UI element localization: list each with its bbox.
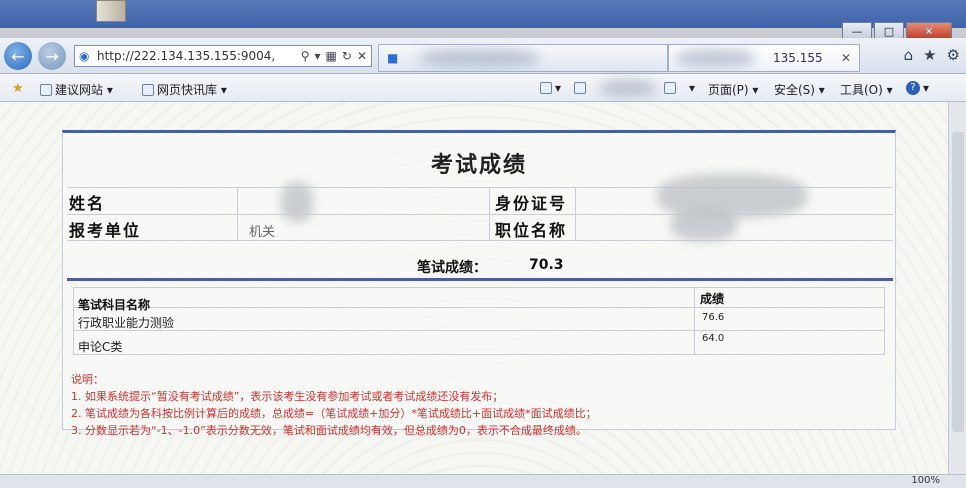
desktop-strip bbox=[0, 0, 966, 28]
rss-icon bbox=[540, 82, 552, 94]
navigation-bar: ← → ◉ http://222.134.135.155:9004, ⚲ ▾ ▦… bbox=[0, 38, 966, 74]
browser-tab-1[interactable]: ■ bbox=[378, 44, 668, 72]
info-row-unit: 报考单位 机关 职位名称 bbox=[67, 207, 893, 241]
mail-icon bbox=[574, 82, 587, 94]
page-title: 考试成绩 bbox=[430, 152, 527, 178]
address-bar[interactable]: ◉ http://222.134.135.155:9004, ⚲ ▾ ▦ ↻ ✕ bbox=[74, 45, 372, 67]
unit-label: 报考单位 bbox=[69, 221, 142, 240]
score-card: 考试成绩 姓名 身份证号 报考单位 机关 职位名称 笔试成绩： 70.3 笔试科… bbox=[62, 130, 896, 437]
ie-page-icon: ◉ bbox=[79, 49, 90, 63]
menu-safety-label: 安全(S) ▾ bbox=[774, 83, 825, 97]
info-row-name: 姓名 身份证号 bbox=[67, 174, 893, 222]
page-icon-2 bbox=[142, 83, 154, 96]
favorites-star-icon[interactable]: ★ bbox=[923, 46, 936, 64]
blurred-tab-title-2 bbox=[675, 49, 755, 67]
subject-table: 笔试科目名称 成绩 行政职业能力测验 76.6 申论C类 64.0 bbox=[73, 287, 885, 355]
unit-value: 机关 bbox=[249, 225, 276, 240]
notes-line-1: 1. 如果系统提示“暂没有考试成绩”，表示该考生没有参加考试或者考试成绩还没有发… bbox=[71, 390, 504, 403]
written-score-value: 70.3 bbox=[529, 257, 564, 273]
desktop-folder-icon[interactable] bbox=[96, 0, 126, 22]
tab-2-title: 135.155 bbox=[773, 51, 823, 65]
col-subject-header: 笔试科目名称 bbox=[78, 298, 151, 312]
dropdown-arrow-icon-3: ▾ bbox=[689, 81, 696, 95]
written-score-label: 笔试成绩： bbox=[417, 260, 487, 276]
dropdown-arrow-icon[interactable]: ▾ bbox=[315, 49, 321, 63]
help-icon: ? bbox=[906, 81, 920, 95]
notes-line-3: 3. 分数显示若为“-1、-1.0”表示分数无效，笔试和面试成绩均有效，但总成绩… bbox=[71, 424, 587, 437]
menu-safety[interactable]: 安全(S) ▾ bbox=[774, 81, 825, 98]
help-button[interactable]: ? ▾ bbox=[906, 81, 929, 95]
divider bbox=[575, 188, 576, 214]
col-score-header: 成绩 bbox=[700, 292, 725, 306]
favorites-bar: ★ 建议网站 ▾ 网页快讯库 ▾ ▾ ▾ 页面(P) ▾ 安全(S) ▾ 工具(… bbox=[0, 74, 966, 102]
stop-icon[interactable]: ✕ bbox=[357, 49, 367, 63]
row-divider bbox=[74, 330, 884, 331]
zoom-level[interactable]: 100% bbox=[911, 475, 940, 486]
divider bbox=[489, 215, 490, 240]
subject-name: 行政职业能力测验 bbox=[78, 316, 175, 330]
favorites-star-icon-small: ★ bbox=[12, 81, 24, 96]
menu-tools-label: 工具(O) ▾ bbox=[840, 83, 893, 97]
favorites-add-item[interactable]: ★ bbox=[12, 81, 24, 96]
arrow-right-icon: → bbox=[45, 46, 59, 66]
divider bbox=[237, 215, 238, 240]
notes-heading: 说明： bbox=[71, 373, 104, 386]
subject-score: 64.0 bbox=[702, 333, 725, 344]
id-label: 身份证号 bbox=[495, 194, 568, 213]
blurred-toolbar-area bbox=[600, 80, 656, 96]
page-icon bbox=[40, 83, 52, 96]
home-toolbar-icons[interactable]: ▾ bbox=[540, 81, 587, 95]
divider bbox=[237, 188, 238, 214]
favorites-item-label-2: 网页快讯库 ▾ bbox=[157, 83, 227, 97]
arrow-left-icon: ← bbox=[11, 46, 25, 66]
back-button[interactable]: ← bbox=[4, 42, 32, 70]
menu-tools[interactable]: 工具(O) ▾ bbox=[840, 81, 893, 98]
page-content: 考试成绩 姓名 身份证号 报考单位 机关 职位名称 笔试成绩： 70.3 笔试科… bbox=[0, 102, 948, 474]
menu-page[interactable]: 页面(P) ▾ bbox=[708, 81, 758, 98]
subject-score: 76.6 bbox=[702, 312, 725, 323]
subject-name: 申论C类 bbox=[78, 340, 123, 354]
favorites-item-webslice[interactable]: 网页快讯库 ▾ bbox=[142, 81, 227, 98]
menu-page-label: 页面(P) ▾ bbox=[708, 83, 759, 97]
tab-close-icon[interactable]: ✕ bbox=[841, 51, 851, 65]
browser-tab-2[interactable]: 135.155 ✕ bbox=[668, 44, 860, 72]
dropdown-arrow-icon-4: ▾ bbox=[923, 81, 930, 95]
blurred-position bbox=[671, 207, 737, 241]
notes-line-2: 2. 笔试成绩为各科按比例计算后的成绩，总成绩=（笔试成绩+加分）*笔试成绩比+… bbox=[71, 407, 597, 420]
printer-icon bbox=[664, 82, 676, 94]
address-tools: ⚲ ▾ ▦ ↻ ✕ bbox=[301, 49, 371, 63]
print-button[interactable]: ▾ bbox=[664, 81, 695, 95]
status-bar: 100% bbox=[0, 474, 966, 488]
blurred-tab-title bbox=[419, 49, 539, 67]
compat-view-icon[interactable]: ▦ bbox=[326, 49, 337, 63]
favorites-item-label: 建议网站 ▾ bbox=[55, 83, 113, 97]
divider bbox=[489, 188, 490, 214]
settings-gear-icon[interactable]: ⚙ bbox=[947, 46, 960, 64]
vertical-scrollbar[interactable] bbox=[948, 102, 966, 474]
name-label: 姓名 bbox=[69, 194, 106, 213]
tab-favicon-icon: ■ bbox=[387, 51, 399, 65]
browser-right-icons: ⌂ ★ ⚙ bbox=[904, 46, 960, 64]
search-icon[interactable]: ⚲ bbox=[301, 49, 310, 63]
forward-button[interactable]: → bbox=[38, 42, 66, 70]
favorites-item-suggested[interactable]: 建议网站 ▾ bbox=[40, 81, 113, 98]
written-score-row: 笔试成绩： 70.3 bbox=[67, 251, 893, 281]
home-icon[interactable]: ⌂ bbox=[904, 46, 914, 64]
scrollbar-thumb[interactable] bbox=[952, 132, 964, 432]
table-header: 笔试科目名称 成绩 bbox=[74, 288, 884, 312]
dropdown-arrow-icon-2: ▾ bbox=[555, 81, 562, 95]
address-url[interactable]: http://222.134.135.155:9004, bbox=[97, 49, 301, 63]
position-label: 职位名称 bbox=[495, 221, 568, 240]
refresh-icon[interactable]: ↻ bbox=[342, 49, 352, 63]
divider bbox=[575, 215, 576, 240]
notes-section: 说明： 1. 如果系统提示“暂没有考试成绩”，表示该考生没有参加考试或者考试成绩… bbox=[71, 371, 889, 439]
